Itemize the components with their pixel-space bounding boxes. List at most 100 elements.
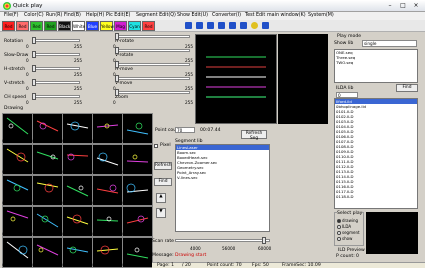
play-icon[interactable] bbox=[185, 22, 192, 29]
menu-item-10[interactable]: main window(K) bbox=[267, 13, 306, 18]
sliders_left-thumb-3[interactable] bbox=[32, 79, 36, 86]
scan-max: 60000 bbox=[258, 246, 272, 251]
frame-timestamp: 00:00:06:17 bbox=[92, 138, 116, 143]
sliders_left-slider-3[interactable] bbox=[32, 81, 80, 84]
menu-item-3[interactable]: Find(B) bbox=[64, 13, 81, 18]
maximize-button[interactable]: □ bbox=[397, 2, 409, 10]
frame-timestamp: 00:00:03:16 bbox=[62, 138, 86, 143]
sliders_left-thumb-4[interactable] bbox=[32, 93, 36, 100]
sliders_right-thumb-1[interactable] bbox=[115, 47, 119, 54]
pixel-checkbox[interactable] bbox=[154, 144, 158, 148]
color-swatch-9[interactable]: Cyan bbox=[128, 21, 141, 31]
status-total: / 20 bbox=[182, 263, 191, 268]
frame-thumbnail-grid: 00:00:04:18 00:00:02:10 00:00:03:16 00:00:0… bbox=[2, 113, 153, 268]
pixel-label: Pixel bbox=[160, 143, 171, 148]
sliders_left-min-2: 0 bbox=[26, 72, 29, 77]
frame-timestamp: 00:00:08:27 bbox=[92, 169, 116, 174]
play-mode-select[interactable]: single bbox=[362, 40, 417, 47]
sliders_left-min-0: 0 bbox=[26, 44, 29, 49]
sliders_right-thumb-3[interactable] bbox=[115, 75, 119, 82]
frame-timestamp: 00:00:04:18 bbox=[2, 138, 26, 143]
sliders_left-slider-0[interactable] bbox=[32, 39, 80, 42]
scan-rate-slider[interactable] bbox=[175, 239, 270, 242]
step-icon[interactable] bbox=[240, 22, 247, 29]
sliders_right-slider-1[interactable] bbox=[115, 49, 190, 52]
settings-icon[interactable] bbox=[262, 22, 269, 29]
app-icon bbox=[3, 2, 11, 10]
menu-item-9[interactable]: Test Edit bbox=[245, 13, 265, 18]
list-item[interactable]: V-lines.sec bbox=[176, 175, 269, 180]
close-button[interactable]: × bbox=[410, 2, 422, 10]
move-up-button[interactable]: ▲ bbox=[156, 193, 166, 203]
drawing-preview[interactable] bbox=[195, 34, 277, 124]
play-mode-label: Play mode bbox=[337, 34, 362, 39]
loop-icon[interactable] bbox=[196, 22, 203, 29]
scan-mid: 56000 bbox=[222, 246, 236, 251]
color-swatch-1[interactable]: Red bbox=[16, 21, 29, 31]
menu-item-0[interactable]: File(F) bbox=[4, 13, 19, 18]
sliders_right-slider-0[interactable] bbox=[115, 35, 190, 38]
segment-list[interactable]: LinesLaser Boom.sec BoxedHeart.sec Chevron-… bbox=[175, 144, 270, 232]
sliders_right-slider-4[interactable] bbox=[115, 91, 190, 94]
pause-icon[interactable] bbox=[229, 22, 236, 29]
sliders_right-slider-2[interactable] bbox=[115, 63, 190, 66]
frame-timestamp: 00:00:06:15 bbox=[32, 169, 56, 174]
list-item[interactable]: TWO.seq bbox=[335, 60, 417, 65]
radio-icon bbox=[337, 231, 341, 235]
record-icon[interactable] bbox=[251, 22, 258, 29]
show-list[interactable]: ONE.seq Three.seq TWO.seq bbox=[334, 49, 418, 83]
radio-label: segment bbox=[342, 230, 360, 235]
scan-rate-thumb[interactable] bbox=[262, 237, 266, 244]
radio-show[interactable]: show bbox=[337, 236, 360, 242]
refresh-seg-button[interactable]: Refresh Seg bbox=[241, 130, 267, 141]
toolbar: Red Red Red Red Black White Blue Yellow Mag Cyan R… bbox=[0, 20, 425, 32]
minimize-button[interactable]: – bbox=[384, 2, 396, 10]
menu-item-1[interactable]: Color(C) bbox=[24, 13, 44, 18]
menu-item-6[interactable]: Segment Edit(Q) bbox=[136, 13, 176, 18]
sliders_left-max-0: 255 bbox=[74, 44, 82, 49]
sliders_left-slider-4[interactable] bbox=[32, 95, 80, 98]
stop-icon[interactable] bbox=[218, 22, 225, 29]
menu-item-5[interactable]: Pic Edit(E) bbox=[106, 13, 130, 18]
pcount-value: 0 bbox=[356, 254, 359, 259]
color-swatch-0[interactable]: Red bbox=[2, 21, 15, 31]
sliders_left-thumb-2[interactable] bbox=[32, 65, 36, 72]
sliders_left-thumb-0[interactable] bbox=[32, 37, 36, 44]
point-count-field[interactable]: 70 bbox=[175, 127, 195, 133]
repeat-icon[interactable] bbox=[207, 22, 214, 29]
ilda-lib-label: ILDA lib bbox=[336, 86, 354, 91]
sliders_left-slider-2[interactable] bbox=[32, 67, 80, 70]
frame-timestamp: 00:00:04:17 bbox=[122, 138, 146, 143]
color-swatch-7[interactable]: Yellow bbox=[100, 21, 114, 31]
menu-item-8[interactable]: Converter(I) bbox=[212, 13, 241, 18]
ilda-file-list[interactable]: Ilford.ild 0bhoplinage.ild 0101.ILD 0102.IL… bbox=[334, 98, 418, 209]
color-swatch-8[interactable]: Mag bbox=[114, 21, 127, 31]
ilda-find-button[interactable]: Find bbox=[396, 84, 418, 92]
sliders_right-thumb-4[interactable] bbox=[115, 89, 119, 96]
sliders_left-max-3: 255 bbox=[74, 86, 82, 91]
color-swatch-4[interactable]: Black bbox=[58, 21, 71, 31]
find-button[interactable]: Find bbox=[154, 178, 172, 186]
color-swatch-2[interactable]: Red bbox=[30, 21, 43, 31]
sliders_left-slider-1[interactable] bbox=[32, 53, 80, 56]
sliders_right-thumb-2[interactable] bbox=[115, 61, 119, 68]
sliders_right-slider-3[interactable] bbox=[115, 77, 190, 80]
menu-item-7[interactable]: Show Edit(U) bbox=[177, 13, 208, 18]
frame-timestamp: 00:00:08:29 bbox=[122, 200, 146, 205]
ilda-preview-label: ILD Preview bbox=[338, 248, 365, 253]
color-swatch-10[interactable]: Red bbox=[142, 21, 155, 31]
menu-item-2[interactable]: Run(R) bbox=[46, 13, 62, 18]
color-swatch-6[interactable]: Blue bbox=[86, 21, 99, 31]
menu-item-11[interactable]: System(M) bbox=[308, 13, 334, 18]
sliders_right-thumb-0[interactable] bbox=[115, 33, 119, 40]
sliders_left-min-1: 0 bbox=[26, 58, 29, 63]
move-down-button[interactable]: ▼ bbox=[156, 208, 166, 218]
color-swatch-3[interactable]: Red bbox=[44, 21, 57, 31]
refresh-button[interactable]: Refresh bbox=[154, 162, 172, 170]
status-fps: Fps: 50 bbox=[252, 263, 269, 268]
color-swatch-5[interactable]: White bbox=[72, 21, 85, 31]
sliders_left-thumb-1[interactable] bbox=[32, 51, 36, 58]
list-item[interactable]: 0118.ILD bbox=[335, 194, 417, 199]
sliders_left-label-1: Slow-Draw bbox=[4, 53, 29, 58]
menu-item-4[interactable]: Help(H) bbox=[86, 13, 104, 18]
